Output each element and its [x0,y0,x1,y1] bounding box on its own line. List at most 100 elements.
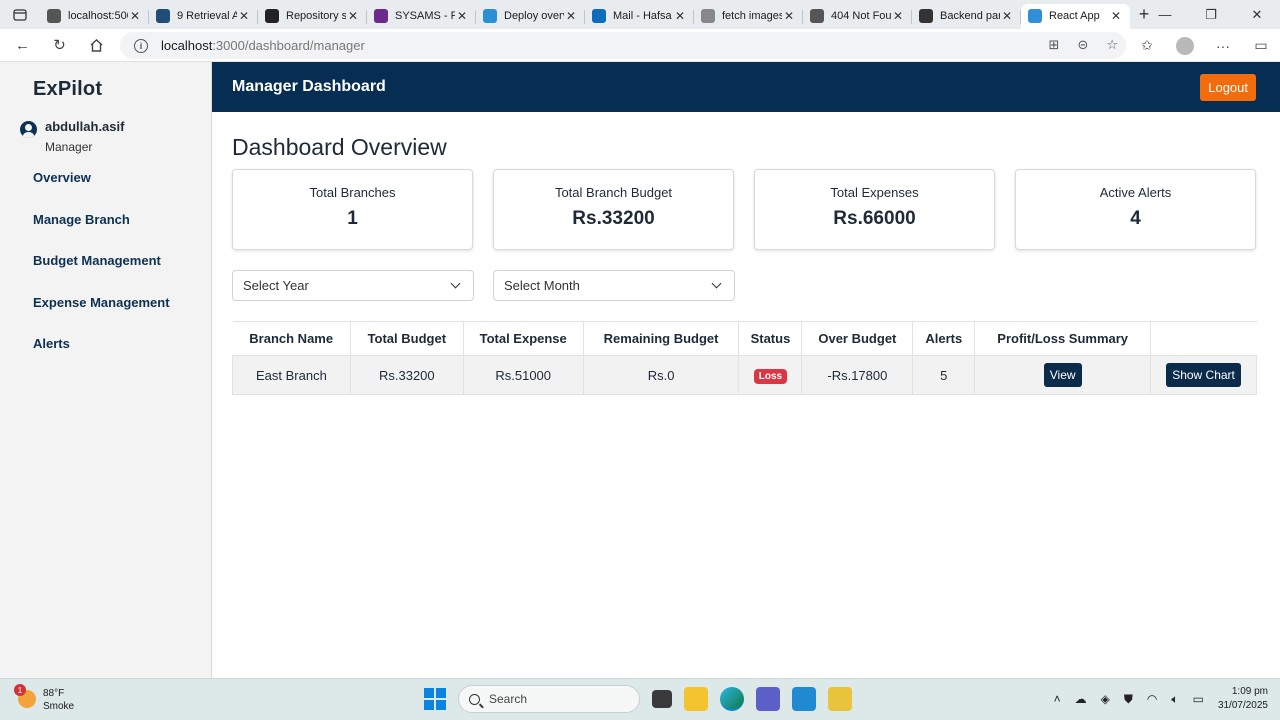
month-select-value: Select Month [504,278,580,293]
minimize-button[interactable]: — [1142,0,1188,29]
back-button[interactable]: ← [4,29,41,62]
onedrive-icon[interactable]: ☁ [1075,692,1087,706]
branch-table: Branch Name Total Budget Total Expense R… [232,321,1257,395]
close-tab-icon[interactable]: ✕ [673,9,687,23]
tab-actions-button[interactable] [0,0,40,29]
weather-widget[interactable]: 1 88°F Smoke [14,684,74,713]
wifi-icon[interactable]: ◠ [1147,692,1157,706]
user-info: abdullah.asif Manager [20,119,211,154]
tab-actions-icon [13,8,27,21]
file-explorer-icon[interactable] [684,687,708,711]
favorites-icon[interactable]: ✩ [1128,37,1166,54]
deploy-icon [483,9,497,23]
year-select[interactable]: Select Year [232,270,474,301]
card-label: Total Branches [309,185,396,200]
close-tab-icon[interactable]: ✕ [237,9,251,23]
sidebar: ExPilot abdullah.asif Manager Overview M… [0,62,212,678]
browser-tab[interactable]: 404 Not Found✕ [803,4,912,29]
col-total-budget: Total Budget [350,321,464,356]
browser-tab-title: localhost:5000 [68,10,128,22]
browser-tab[interactable]: 9 Retrieval Augmented✕ [149,4,258,29]
browser-tab-title: React App [1049,10,1100,22]
teams-icon[interactable] [756,687,780,711]
windows-taskbar: 1 88°F Smoke Search ˄ ☁ ◈ ⛊ ◠ 🔈︎ ▭ 1:09 … [0,678,1280,720]
cell-total-expense: Rs.51000 [463,355,584,395]
browser-tab[interactable]: SYSAMS - Power✕ [367,4,476,29]
site-info-icon[interactable]: i [134,38,148,53]
cell-branch-name: East Branch [232,355,351,395]
close-window-button[interactable]: ✕ [1234,0,1280,29]
browser-tab[interactable]: Deploy overview✕ [476,4,585,29]
favorite-star-icon[interactable]: ☆ [1106,37,1118,53]
sidebar-item-overview[interactable]: Overview [33,170,211,212]
browser-tab[interactable]: Backend part ✕ [912,4,1021,29]
col-profit-loss-summary: Profit/Loss Summary [974,321,1152,356]
settings-more-icon[interactable]: ··· [1204,38,1242,54]
view-summary-button[interactable]: View [1043,363,1082,387]
edge-browser-icon[interactable] [720,687,744,711]
card-value: 4 [1130,208,1141,229]
snipping-tool-icon[interactable] [828,687,852,711]
back-arrow-icon: ← [15,36,30,54]
sidebar-item-expense-management[interactable]: Expense Management [33,295,211,337]
card-total-branches: Total Branches 1 [232,169,473,250]
browser-tab[interactable]: fetch images ✕ [694,4,803,29]
home-button[interactable] [78,29,115,62]
system-tray: ˄ ☁ ◈ ⛊ ◠ 🔈︎ ▭ 1:09 pm 31/07/2025 [1054,685,1268,713]
openai-icon [919,9,933,23]
reload-button[interactable]: ↻ [41,29,78,62]
more-options-circle-icon[interactable]: ⊝ [1077,37,1088,53]
show-chart-button[interactable]: Show Chart [1166,363,1241,387]
chevron-down-icon [450,278,461,289]
col-remaining-budget: Remaining Budget [583,321,740,356]
app-available-icon[interactable]: ⊞ [1049,37,1060,53]
address-bar[interactable]: i localhost:3000/dashboard/manager ⊞ ⊝ ☆ [120,32,1126,59]
sidebar-item-manage-branch[interactable]: Manage Branch [33,212,211,254]
clock[interactable]: 1:09 pm 31/07/2025 [1218,685,1268,713]
close-tab-icon[interactable]: ✕ [891,9,905,23]
status-badge: Loss [753,368,788,384]
card-total-expenses: Total Expenses Rs.66000 [754,169,995,250]
card-label: Total Branch Budget [554,185,673,200]
weather-badge: 1 [14,684,26,696]
clock-time: 1:09 pm [1231,686,1268,697]
document-icon [156,9,170,23]
close-tab-icon[interactable]: ✕ [455,9,469,23]
security-shield-icon[interactable]: ⛊ [1124,692,1133,707]
cell-total-budget: Rs.33200 [350,355,464,395]
task-view-icon[interactable] [652,690,672,708]
start-button[interactable] [424,688,446,710]
clock-date: 31/07/2025 [1217,700,1268,711]
vscode-icon[interactable] [792,687,816,711]
close-tab-icon[interactable]: ✕ [346,9,360,23]
browser-tab[interactable]: localhost:5000✕ [40,4,149,29]
window-controls: — ❐ ✕ [1142,0,1280,29]
year-select-value: Select Year [243,278,309,293]
browser-tab[interactable]: Mail - Hafsa ✕ [585,4,694,29]
profile-avatar[interactable] [1176,36,1194,55]
battery-icon[interactable]: ▭ [1193,692,1204,706]
chevron-up-icon[interactable]: ˄ [1054,692,1061,706]
taskbar-search[interactable]: Search [458,685,640,713]
browser-tab[interactable]: Repository search✕ [258,4,367,29]
close-tab-icon[interactable]: ✕ [564,9,578,23]
close-tab-icon[interactable]: ✕ [1109,9,1123,23]
cell-remaining-budget: Rs.0 [583,355,740,395]
network-app-icon[interactable]: ◈ [1101,692,1110,706]
card-label: Total Expenses [830,185,919,200]
sidebar-item-alerts[interactable]: Alerts [33,336,211,378]
month-select[interactable]: Select Month [493,270,735,301]
sidebar-toggle-icon[interactable]: ▭ [1242,37,1280,54]
globe-icon [47,9,61,23]
volume-muted-icon[interactable]: 🔈︎ [1171,692,1178,707]
cell-status: Loss [738,355,803,395]
maximize-button[interactable]: ❐ [1188,0,1234,29]
close-tab-icon[interactable]: ✕ [782,9,796,23]
sidebar-item-budget-management[interactable]: Budget Management [33,253,211,295]
cell-summary: View [974,355,1152,395]
home-icon [90,39,103,52]
logout-button[interactable]: Logout [1200,73,1256,101]
close-tab-icon[interactable]: ✕ [1000,9,1014,23]
browser-tab[interactable]: React App ✕ [1021,3,1130,29]
close-tab-icon[interactable]: ✕ [128,9,142,23]
